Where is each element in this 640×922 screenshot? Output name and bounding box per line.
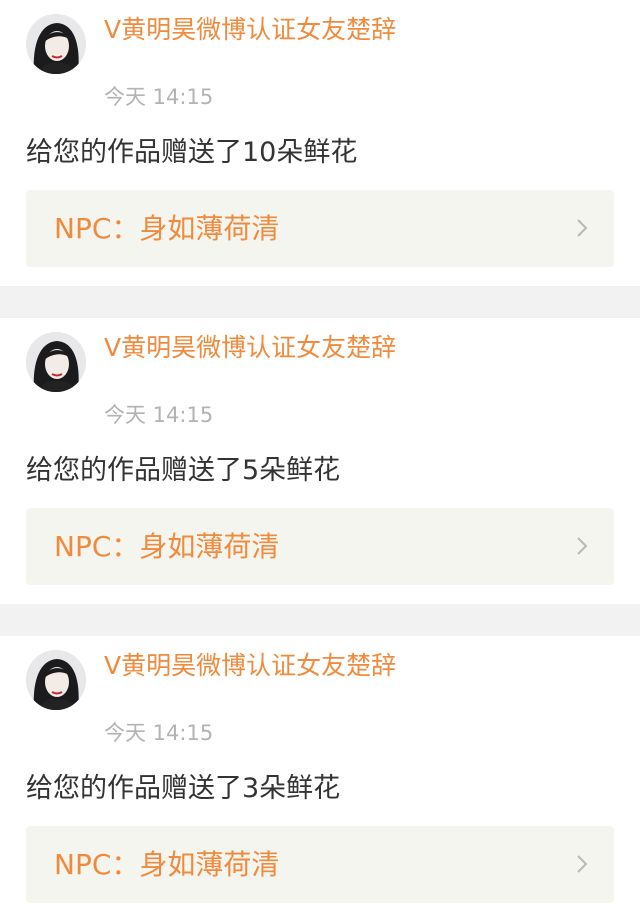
notification-card: V黄明昊微博认证女友楚辞 今天 14:15 给您的作品赠送了10朵鲜花 NPC：… [0,0,640,286]
gift-message: 给您的作品赠送了3朵鲜花 [26,773,341,804]
user-avatar-icon[interactable] [26,14,86,74]
chevron-right-icon [577,855,588,873]
timestamp: 今天 14:15 [104,721,214,745]
work-link-button[interactable]: NPC：身如薄荷清 [26,826,614,903]
work-link-label: NPC：身如薄荷清 [54,848,280,881]
timestamp: 今天 14:15 [104,403,214,427]
user-name-link[interactable]: V黄明昊微博认证女友楚辞 [104,332,404,363]
work-link-label: NPC：身如薄荷清 [54,530,280,563]
work-link-label: NPC：身如薄荷清 [54,212,280,245]
chevron-right-icon [577,219,588,237]
chevron-right-icon [577,537,588,555]
timestamp: 今天 14:15 [104,85,214,109]
notification-card: V黄明昊微博认证女友楚辞 今天 14:15 给您的作品赠送了5朵鲜花 NPC：身… [0,318,640,604]
user-avatar-icon[interactable] [26,332,86,392]
work-link-button[interactable]: NPC：身如薄荷清 [26,508,614,585]
notification-feed: V黄明昊微博认证女友楚辞 今天 14:15 给您的作品赠送了10朵鲜花 NPC：… [0,0,640,922]
notification-card: V黄明昊微博认证女友楚辞 今天 14:15 给您的作品赠送了3朵鲜花 NPC：身… [0,636,640,922]
user-name-link[interactable]: V黄明昊微博认证女友楚辞 [104,650,404,681]
user-name-link[interactable]: V黄明昊微博认证女友楚辞 [104,14,404,45]
gift-message: 给您的作品赠送了5朵鲜花 [26,455,341,486]
work-link-button[interactable]: NPC：身如薄荷清 [26,190,614,267]
gift-message: 给您的作品赠送了10朵鲜花 [26,137,358,168]
user-avatar-icon[interactable] [26,650,86,710]
